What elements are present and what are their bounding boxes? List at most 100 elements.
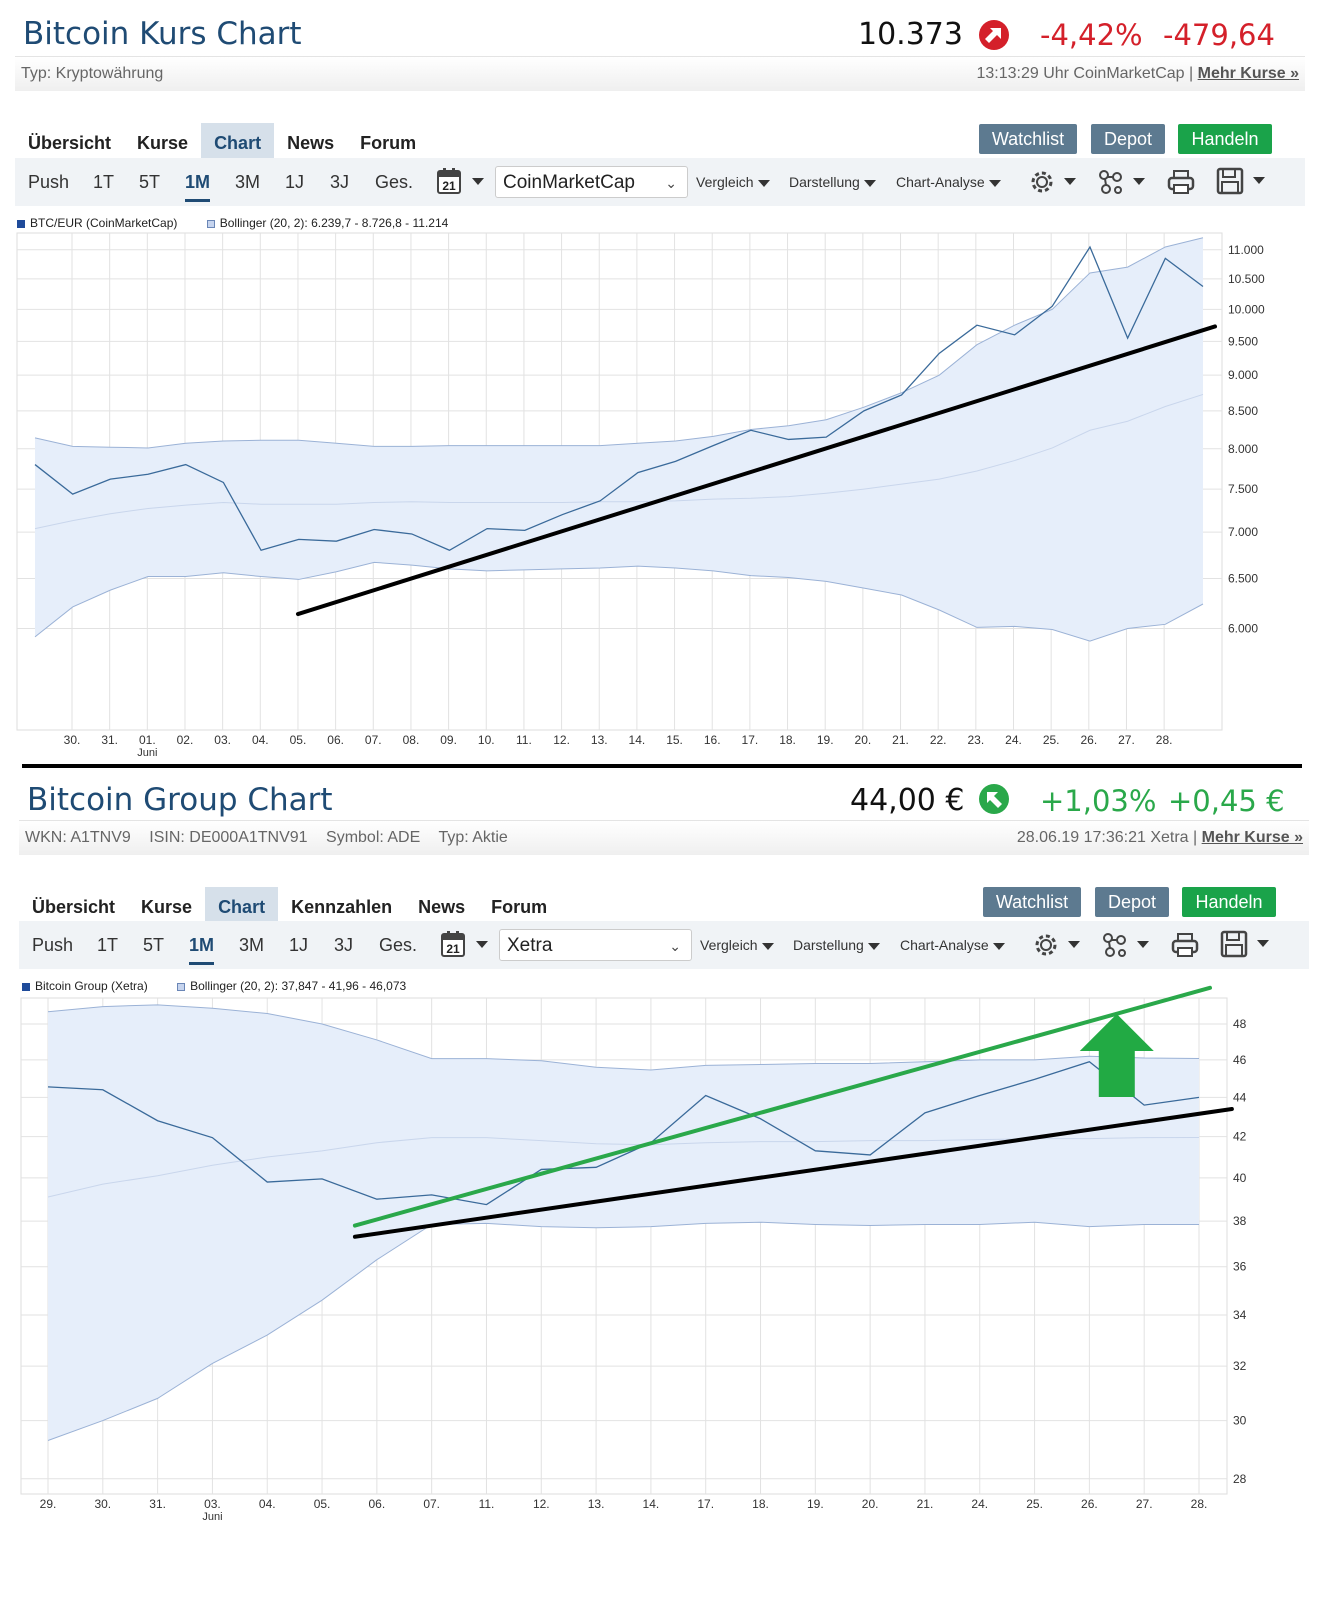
- depot-button[interactable]: Depot: [1095, 887, 1169, 917]
- calendar-icon: 21: [441, 931, 465, 957]
- period-ges[interactable]: Ges.: [379, 935, 417, 956]
- period-3m[interactable]: 3M: [239, 935, 264, 956]
- x-tick-label: 24.: [971, 1497, 988, 1511]
- x-tick-label: 17.: [742, 733, 759, 747]
- y-tick-label: 6.000: [1228, 621, 1258, 635]
- settings-menu[interactable]: [1028, 168, 1076, 196]
- y-tick-label: 34: [1233, 1308, 1247, 1322]
- y-tick-label: 8.500: [1228, 404, 1258, 418]
- print-icon[interactable]: [1167, 168, 1195, 196]
- period-1t[interactable]: 1T: [97, 935, 118, 956]
- chevron-down-icon: [1064, 178, 1076, 185]
- legend-item-series: Bitcoin Group (Xetra): [22, 979, 148, 993]
- x-tick-label: 06.: [369, 1497, 386, 1511]
- tab-overview[interactable]: Übersicht: [19, 887, 128, 923]
- save-menu[interactable]: [1220, 930, 1270, 960]
- x-tick-label: 14.: [629, 733, 646, 747]
- calendar-dropdown[interactable]: 21: [436, 167, 486, 197]
- period-push[interactable]: Push: [32, 935, 73, 956]
- print-icon[interactable]: [1171, 931, 1199, 959]
- analysis-menu[interactable]: Chart-Analyse: [896, 174, 1001, 190]
- chart-bitcoin-eur[interactable]: 6.000 6.500 7.000 7.500 8.000 8.500 9.000 9.500…: [0, 0, 1335, 762]
- y-tick-label: 32: [1233, 1359, 1247, 1373]
- period-1m[interactable]: 1M: [189, 935, 215, 965]
- calendar-dropdown[interactable]: 21: [440, 930, 490, 960]
- x-tick-label: 31.: [101, 733, 118, 747]
- period-1t[interactable]: 1T: [93, 172, 114, 193]
- indicators-menu[interactable]: [1101, 931, 1149, 959]
- x-tick-sublabel: Juni: [202, 1511, 222, 1523]
- tab-quotes[interactable]: Kurse: [128, 887, 205, 923]
- compare-menu[interactable]: Vergleich: [696, 174, 770, 190]
- tab-forum[interactable]: Forum: [478, 887, 560, 923]
- plot-area: [20, 997, 1228, 1495]
- x-tick-label: 07.: [423, 1497, 440, 1511]
- y-tick-label: 6.500: [1228, 571, 1258, 585]
- y-tick-label: 30: [1233, 1414, 1247, 1428]
- tab-overview[interactable]: Übersicht: [15, 123, 124, 159]
- tab-news[interactable]: News: [405, 887, 478, 923]
- period-3j[interactable]: 3J: [334, 935, 353, 956]
- exchange-value: CoinMarketCap: [503, 172, 635, 193]
- exchange-select[interactable]: Xetra ⌄: [499, 929, 692, 961]
- trend-down-icon: [979, 20, 1009, 50]
- x-tick-label: 22.: [930, 733, 947, 747]
- change-percent: +1,03%: [1040, 784, 1157, 818]
- tab-forum[interactable]: Forum: [347, 123, 429, 159]
- bollinger-lower-line: [47, 1221, 1200, 1441]
- watchlist-button[interactable]: Watchlist: [983, 887, 1081, 917]
- x-tick-label: 26.: [1080, 733, 1097, 747]
- chevron-down-icon: [1257, 940, 1269, 947]
- x-tick-label: 05.: [290, 733, 307, 747]
- trade-button[interactable]: Handeln: [1182, 887, 1276, 917]
- depot-button[interactable]: Depot: [1091, 124, 1165, 154]
- bollinger-band-fill: [48, 1004, 1199, 1441]
- x-tick-label: 14.: [643, 1497, 660, 1511]
- period-ges[interactable]: Ges.: [375, 172, 413, 193]
- display-menu[interactable]: Darstellung: [793, 937, 880, 953]
- quote-time: 13:13:29 Uhr CoinMarketCap | Mehr Kurse …: [976, 65, 1299, 82]
- x-tick-label: 16.: [704, 733, 721, 747]
- instrument-type: Typ: Aktie: [438, 829, 508, 846]
- analysis-menu[interactable]: Chart-Analyse: [900, 937, 1005, 953]
- period-5t[interactable]: 5T: [143, 935, 164, 956]
- price: 10.373: [858, 17, 963, 52]
- settings-menu[interactable]: [1032, 931, 1080, 959]
- period-push[interactable]: Push: [28, 172, 69, 193]
- y-tick-label: 7.000: [1228, 525, 1258, 539]
- y-tick-label: 44: [1233, 1090, 1247, 1104]
- x-tick-label: 13.: [588, 1497, 605, 1511]
- y-tick-label: 9.500: [1228, 334, 1258, 348]
- period-1j[interactable]: 1J: [285, 172, 304, 193]
- bollinger-middle-line: [47, 1136, 1200, 1198]
- indicators-menu[interactable]: [1097, 168, 1145, 196]
- time-source: 28.06.19 17:36:21 Xetra: [1016, 829, 1189, 846]
- calendar-label: 21: [446, 942, 460, 956]
- display-menu[interactable]: Darstellung: [789, 174, 876, 190]
- more-quotes-link[interactable]: Mehr Kurse »: [1202, 829, 1303, 846]
- tab-chart[interactable]: Chart: [205, 887, 279, 923]
- legend-item-bollinger: Bollinger (20, 2): 37,847 - 41,96 - 46,0…: [177, 979, 406, 993]
- y-tick-label: 7.500: [1228, 482, 1258, 496]
- period-1m[interactable]: 1M: [185, 172, 211, 202]
- period-5t[interactable]: 5T: [139, 172, 160, 193]
- tab-quotes[interactable]: Kurse: [124, 123, 201, 159]
- period-3m[interactable]: 3M: [235, 172, 260, 193]
- x-tick-label: 04.: [252, 733, 269, 747]
- period-1j[interactable]: 1J: [289, 935, 308, 956]
- up-arrow-annotation: [1079, 1014, 1154, 1097]
- tab-news[interactable]: News: [274, 123, 347, 159]
- exchange-select[interactable]: CoinMarketCap ⌄: [495, 166, 688, 198]
- tab-key-figures[interactable]: Kennzahlen: [278, 887, 405, 923]
- period-3j[interactable]: 3J: [330, 172, 349, 193]
- save-menu[interactable]: [1216, 167, 1266, 197]
- tab-chart[interactable]: Chart: [201, 123, 275, 159]
- trade-button[interactable]: Handeln: [1178, 124, 1272, 154]
- x-tick-label: 11.: [479, 1497, 495, 1511]
- watchlist-button[interactable]: Watchlist: [979, 124, 1077, 154]
- x-tick-sublabel: Juni: [137, 747, 157, 759]
- more-quotes-link[interactable]: Mehr Kurse »: [1198, 65, 1299, 82]
- calendar-label: 21: [442, 179, 456, 193]
- compare-menu[interactable]: Vergleich: [700, 937, 774, 953]
- x-tick-label: 19.: [807, 1497, 824, 1511]
